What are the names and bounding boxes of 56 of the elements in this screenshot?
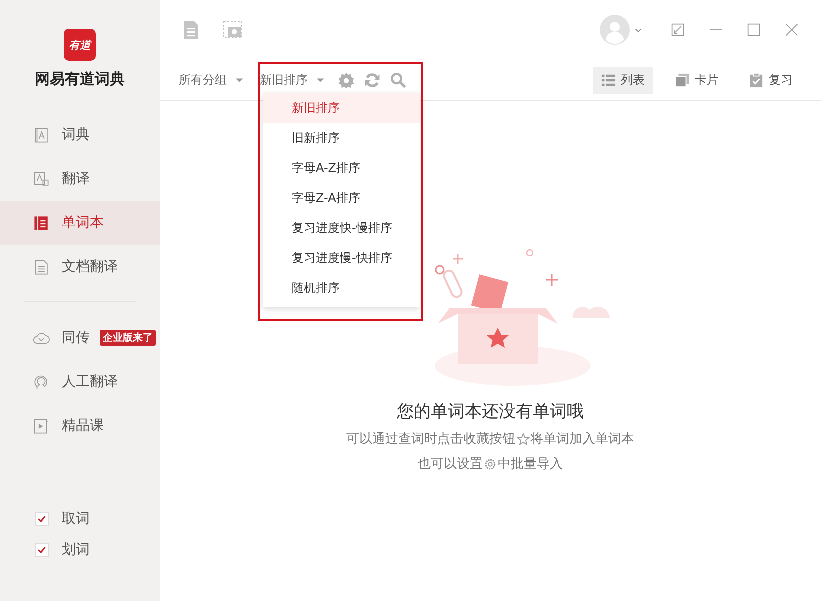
hint-text: 可以通过查词时点击收藏按钮 bbox=[346, 431, 516, 448]
sort-option[interactable]: 字母Z-A排序 bbox=[263, 183, 420, 213]
list-icon bbox=[601, 72, 616, 88]
star-icon bbox=[516, 432, 530, 446]
new-badge: 企业版来了 bbox=[100, 330, 156, 346]
clipboard-check-icon bbox=[749, 72, 764, 88]
translate-icon bbox=[33, 170, 50, 188]
checkmark-icon bbox=[37, 514, 47, 524]
empty-title: 您的单词本还没有单词哦 bbox=[397, 401, 584, 423]
caret-icon bbox=[235, 76, 244, 84]
refresh-icon[interactable] bbox=[364, 72, 381, 88]
sort-option[interactable]: 复习进度慢-快排序 bbox=[263, 243, 420, 273]
app-logo: 有道 bbox=[64, 29, 96, 61]
maximize-icon[interactable] bbox=[747, 23, 761, 37]
hint-text: 也可以设置 bbox=[418, 456, 483, 473]
sidebar-item[interactable]: 翻译 bbox=[0, 157, 160, 201]
card-view-tab[interactable]: 卡片 bbox=[667, 66, 727, 94]
review-tab[interactable]: 复习 bbox=[741, 66, 801, 94]
video-icon bbox=[33, 418, 50, 434]
headset-icon bbox=[33, 374, 50, 390]
sort-option[interactable]: 随机排序 bbox=[263, 273, 420, 303]
checkmark-icon bbox=[37, 545, 47, 555]
list-view-tab[interactable]: 列表 bbox=[593, 66, 653, 94]
document-icon bbox=[33, 258, 50, 276]
option-checkbox[interactable]: 取词 bbox=[35, 510, 160, 528]
search-icon[interactable] bbox=[390, 72, 407, 88]
settings-icon[interactable] bbox=[338, 72, 355, 88]
avatar-icon bbox=[600, 15, 630, 45]
sidebar-item[interactable]: 人工翻译 bbox=[0, 360, 160, 404]
document-icon[interactable] bbox=[181, 20, 201, 40]
account-button[interactable] bbox=[600, 15, 643, 45]
sort-option[interactable]: 旧新排序 bbox=[263, 123, 420, 153]
option-checkbox[interactable]: 划词 bbox=[35, 541, 160, 559]
notebook-icon bbox=[33, 214, 50, 232]
sidebar-item[interactable]: 词典 bbox=[0, 113, 160, 157]
dictionary-icon bbox=[33, 126, 50, 144]
sidebar-item[interactable]: 文档翻译 bbox=[0, 245, 160, 289]
screenshot-icon[interactable] bbox=[223, 20, 243, 40]
sidebar-item[interactable]: 单词本 bbox=[0, 201, 160, 245]
sort-option[interactable]: 复习进度快-慢排序 bbox=[263, 213, 420, 243]
mini-mode-icon[interactable] bbox=[671, 23, 685, 37]
sidebar-item[interactable]: 同传 企业版来了 bbox=[0, 316, 160, 360]
close-icon[interactable] bbox=[785, 23, 799, 37]
cards-icon bbox=[675, 72, 690, 88]
checkbox[interactable] bbox=[35, 543, 49, 557]
sort-option[interactable]: 新旧排序 bbox=[263, 93, 420, 123]
caret-icon bbox=[316, 76, 325, 84]
sort-option[interactable]: 字母A-Z排序 bbox=[263, 153, 420, 183]
hint-text: 中批量导入 bbox=[498, 456, 563, 473]
group-dropdown[interactable]: 所有分组 bbox=[179, 72, 244, 88]
sort-dropdown[interactable]: 新旧排序 bbox=[260, 72, 325, 88]
hint-text: 将单词加入单词本 bbox=[530, 431, 634, 448]
checkbox[interactable] bbox=[35, 512, 49, 526]
settings-icon bbox=[484, 458, 497, 470]
app-name: 网易有道词典 bbox=[35, 70, 125, 89]
sidebar-item[interactable]: 精品课 bbox=[0, 404, 160, 448]
